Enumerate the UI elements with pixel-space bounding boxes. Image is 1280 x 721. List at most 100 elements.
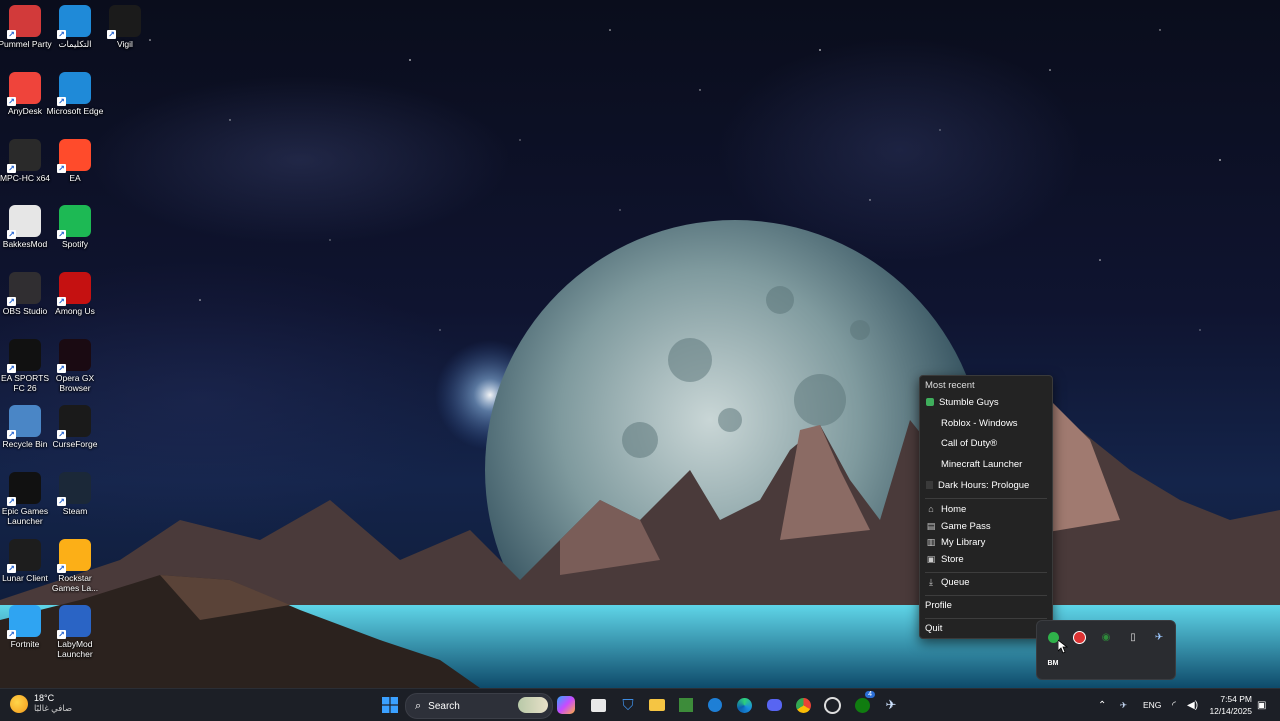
desktop-icon[interactable]: ↗ OBS Studio xyxy=(0,272,50,316)
desktop-icon[interactable]: ↗ Lunar Client xyxy=(0,539,50,583)
desktop-icon[interactable]: ↗ BakkesMod xyxy=(0,205,50,249)
menu-item-label: Quit xyxy=(925,622,943,634)
file-explorer-icon[interactable] xyxy=(646,694,668,716)
discord-icon[interactable] xyxy=(763,694,785,716)
menu-item-call-of-duty[interactable]: Call of Duty® xyxy=(920,434,1052,452)
clock-time: 7:54 PM xyxy=(1220,694,1252,704)
desktop-icon[interactable]: ↗ AnyDesk xyxy=(0,72,50,116)
menu-item-dark-hours[interactable]: Dark Hours: Prologue xyxy=(920,476,1052,494)
steam-tray-icon[interactable]: ✈ xyxy=(1152,630,1166,644)
menu-item-roblox[interactable]: Roblox - Windows xyxy=(920,414,1052,432)
shortcut-arrow-icon: ↗ xyxy=(7,564,16,573)
menu-item-label: Stumble Guys xyxy=(939,396,999,408)
mouse-cursor xyxy=(1058,640,1068,654)
defender-icon[interactable]: ⛉ xyxy=(617,694,639,716)
menu-item-stumble-guys[interactable]: Stumble Guys xyxy=(920,393,1052,411)
menu-item-profile[interactable]: Profile xyxy=(920,596,1052,614)
xbox-notification-badge: 4 xyxy=(865,691,875,698)
menu-item-queue[interactable]: ⤓ Queue xyxy=(920,573,1052,591)
shortcut-arrow-icon: ↗ xyxy=(57,630,66,639)
bakkesmod-tray-icon[interactable]: BM xyxy=(1045,656,1061,670)
shortcut-arrow-icon: ↗ xyxy=(57,430,66,439)
bakkesmod-icon: ↗ xyxy=(7,205,41,239)
desktop-icon[interactable]: ↗ Among Us xyxy=(50,272,100,316)
menu-item-my-library[interactable]: ▥ My Library xyxy=(920,533,1052,551)
store-icon: ▣ xyxy=(926,553,936,564)
clock[interactable]: 7:54 PM 12/14/2025 xyxy=(1202,693,1252,717)
shortcut-arrow-icon: ↗ xyxy=(7,30,16,39)
steelseries-icon[interactable] xyxy=(821,694,843,716)
desktop-icon[interactable]: ↗ Pummel Party xyxy=(0,5,52,49)
rockstar-icon: ↗ xyxy=(57,539,91,573)
steam-tray-taskbar-icon[interactable]: ✈ xyxy=(1120,689,1127,721)
xbox-tray-context-menu: Most recent Stumble Guys Roblox - Window… xyxy=(919,375,1053,639)
desktop-icon-label: Rockstar Games La... xyxy=(51,573,99,593)
shortcut-arrow-icon: ↗ xyxy=(7,430,16,439)
desktop-icon-label: Spotify xyxy=(62,239,88,249)
taskbar-search-box[interactable]: ⌕ Search xyxy=(405,693,553,719)
desktop-icon[interactable]: ↗ CurseForge xyxy=(50,405,100,449)
razer-icon[interactable]: ◉ xyxy=(1099,630,1113,644)
edge-icon[interactable] xyxy=(733,694,755,716)
vigil-icon: ↗ xyxy=(107,5,141,39)
copilot-icon[interactable] xyxy=(557,696,575,714)
wifi-icon[interactable]: ◜ xyxy=(1172,689,1176,721)
fortnite-icon: ↗ xyxy=(7,605,41,639)
menu-item-minecraft-launcher[interactable]: Minecraft Launcher xyxy=(920,455,1052,473)
desktop-icon[interactable]: ↗ Microsoft Edge xyxy=(47,72,103,116)
desktop-icon[interactable]: ↗ Vigil xyxy=(100,5,150,49)
obs-icon: ↗ xyxy=(7,272,41,306)
desktop-icon-label: Vigil xyxy=(117,39,133,49)
desktop-icon[interactable]: ↗ Opera GX Browser xyxy=(50,339,100,393)
language-indicator[interactable]: ENG xyxy=(1143,689,1161,721)
desktop-icon[interactable]: ↗ LabyMod Launcher xyxy=(50,605,100,659)
recycle-bin-icon: ↗ xyxy=(7,405,41,439)
chrome-icon[interactable] xyxy=(792,694,814,716)
desktop-icon-label: CurseForge xyxy=(52,439,98,449)
xbox-app-icon[interactable]: 4 xyxy=(851,691,875,716)
usb-icon[interactable]: ▯ xyxy=(1126,630,1140,644)
edge-beta-icon[interactable] xyxy=(704,694,726,716)
desktop-icon[interactable]: ↗ Epic Games Launcher xyxy=(0,472,50,526)
desktop-icon[interactable]: ↗ Fortnite xyxy=(0,605,50,649)
desktop-icon-label: EA xyxy=(69,173,81,183)
desktop-icon-label: Microsoft Edge xyxy=(46,106,104,116)
menu-item-label: Game Pass xyxy=(941,520,991,532)
start-button[interactable] xyxy=(379,694,401,716)
fc26-icon: ↗ xyxy=(7,339,41,373)
desktop-icon[interactable]: ↗ التكليمات xyxy=(50,5,100,49)
desktop-icon[interactable]: ↗ EA SPORTS FC 26 xyxy=(0,339,50,393)
clock-date: 12/14/2025 xyxy=(1209,706,1252,716)
weather-condition: صافي غالبًا xyxy=(34,703,73,713)
rockstar-tray-icon[interactable] xyxy=(1072,630,1086,644)
steam-icon[interactable]: ✈ xyxy=(880,694,902,716)
weather-widget[interactable]: 18°C صافي غالبًا xyxy=(10,693,72,714)
desktop-icon[interactable]: ↗ MPC-HC x64 xyxy=(0,139,50,183)
desktop-icon-label: LabyMod Launcher xyxy=(57,639,93,659)
desktop-icon[interactable]: ↗ EA xyxy=(50,139,100,183)
shortcut-arrow-icon: ↗ xyxy=(7,230,16,239)
desktop-icon[interactable]: ↗ Steam xyxy=(50,472,100,516)
menu-item-quit[interactable]: Quit xyxy=(920,619,1052,637)
menu-divider xyxy=(925,498,1047,499)
shortcut-arrow-icon: ↗ xyxy=(57,564,66,573)
steam-icon: ↗ xyxy=(57,472,91,506)
menu-item-store[interactable]: ▣ Store xyxy=(920,550,1052,568)
minecraft-icon[interactable] xyxy=(675,694,697,716)
shortcut-arrow-icon: ↗ xyxy=(7,97,16,106)
notification-bell-icon[interactable]: ▣ xyxy=(1257,689,1266,721)
desktop-icon[interactable]: ↗ Spotify xyxy=(50,205,100,249)
download-icon: ⤓ xyxy=(929,576,933,587)
desktop-icon[interactable]: ↗ Rockstar Games La... xyxy=(50,539,100,593)
desktop-icon[interactable]: ↗ Recycle Bin xyxy=(0,405,50,449)
show-hidden-icons-button[interactable]: ⌃ xyxy=(1098,689,1106,721)
menu-item-label: Store xyxy=(941,553,964,565)
menu-item-label: My Library xyxy=(941,536,986,548)
anydesk-icon: ↗ xyxy=(7,72,41,106)
volume-icon[interactable]: ◀) xyxy=(1187,689,1198,721)
menu-item-label: Home xyxy=(941,503,967,515)
desktop-icon-label: Steam xyxy=(62,506,88,516)
menu-header: Most recent xyxy=(925,380,975,391)
microsoft-store-icon[interactable] xyxy=(587,694,609,716)
menu-item-home[interactable]: ⌂ Home xyxy=(920,500,1052,518)
